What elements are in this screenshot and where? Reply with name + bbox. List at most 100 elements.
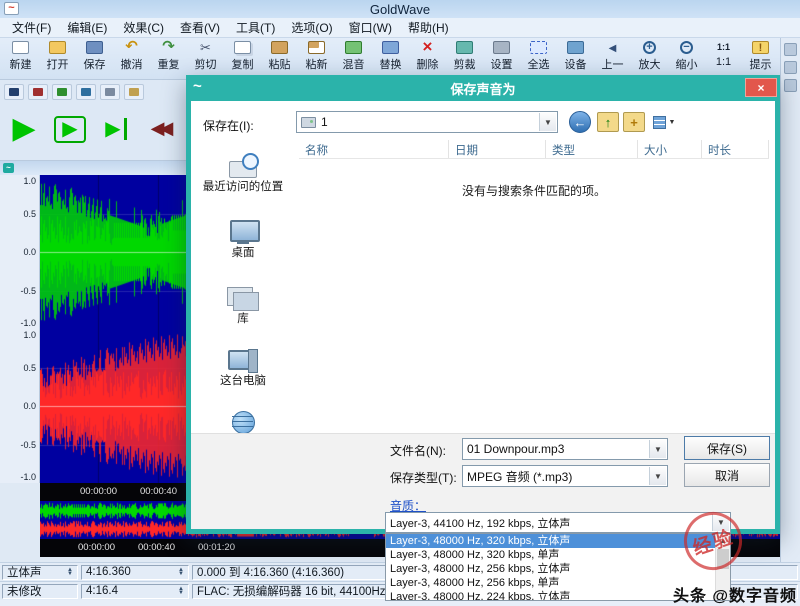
toolbar-select-all-button[interactable]: 全选 <box>520 41 557 72</box>
undo-icon <box>123 41 140 54</box>
filetype-combobox[interactable]: MPEG 音频 (*.mp3) <box>462 465 668 487</box>
column-header-0[interactable]: 名称 <box>299 140 449 158</box>
rewind-icon <box>151 119 174 139</box>
mix-icon <box>345 41 362 54</box>
toolbar-previous-view-button[interactable]: 上一 <box>594 41 631 72</box>
control-button-4[interactable] <box>76 84 96 100</box>
toolbar-undo-button[interactable]: 撤消 <box>113 41 150 72</box>
rewind-button[interactable] <box>140 104 184 154</box>
this-pc-icon <box>226 347 260 373</box>
menu-effects[interactable]: 效果(C) <box>115 19 172 36</box>
close-icon[interactable] <box>745 78 777 97</box>
ruler-label: -1.0 <box>20 472 36 482</box>
toolbar-redo-button[interactable]: 重复 <box>150 41 187 72</box>
quality-combobox[interactable]: Layer-3, 44100 Hz, 192 kbps, 立体声 <box>385 512 731 533</box>
spinner-icon[interactable] <box>178 568 184 576</box>
column-header-4[interactable]: 时长 <box>702 140 769 158</box>
column-header-1[interactable]: 日期 <box>449 140 546 158</box>
channel-mode-cell[interactable]: 立体声 <box>2 565 78 580</box>
toolbar-zoom-out-button[interactable]: 缩小 <box>668 41 705 72</box>
ruler-label: -0.5 <box>20 440 36 450</box>
chevron-down-icon[interactable] <box>539 113 556 131</box>
back-icon[interactable] <box>569 111 591 133</box>
play-from-marker-button[interactable] <box>94 104 138 154</box>
right-tool-1-icon[interactable] <box>784 43 797 56</box>
zoom-in-icon <box>643 41 656 54</box>
scroll-up-icon[interactable] <box>716 534 730 548</box>
toolbar-open-folder-button[interactable]: 打开 <box>39 41 76 72</box>
chevron-down-icon[interactable] <box>649 440 666 458</box>
filename-label: 文件名(N): <box>390 442 446 459</box>
right-tool-3-icon[interactable] <box>784 79 797 92</box>
chevron-down-icon[interactable] <box>712 514 729 531</box>
menu-file[interactable]: 文件(F) <box>4 19 59 36</box>
quality-option[interactable]: Layer-3, 48000 Hz, 320 kbps, 立体声 <box>386 534 715 548</box>
control-button-2[interactable] <box>28 84 48 100</box>
save-in-combobox[interactable]: 1 <box>296 111 558 133</box>
control-3-icon <box>57 88 67 96</box>
up-folder-icon[interactable] <box>597 112 619 132</box>
views-icon[interactable] <box>649 112 679 132</box>
spinner-icon[interactable] <box>67 568 73 576</box>
right-tool-2-icon[interactable] <box>784 61 797 74</box>
dialog-title: 保存声音为 <box>450 79 515 98</box>
toolbar-mix-button[interactable]: 混音 <box>335 41 372 72</box>
quality-option[interactable]: Layer-3, 48000 Hz, 256 kbps, 单声 <box>386 576 715 590</box>
length-cell[interactable]: 4:16.360 <box>81 565 189 580</box>
toolbar-tips-button[interactable]: 提示 <box>742 41 779 72</box>
play-button[interactable] <box>2 104 46 154</box>
scroll-thumb[interactable] <box>717 549 729 569</box>
place-libraries[interactable]: 库 <box>193 285 293 326</box>
quality-value: Layer-3, 44100 Hz, 192 kbps, 立体声 <box>390 515 570 531</box>
new-folder-icon[interactable] <box>623 112 645 132</box>
cancel-button[interactable]: 取消 <box>684 463 770 487</box>
toolbar-copy-button[interactable]: 复制 <box>224 41 261 72</box>
quality-option[interactable]: Layer-3, 48000 Hz, 256 kbps, 立体声 <box>386 562 715 576</box>
toolbar-cut-button[interactable]: 剪切 <box>187 41 224 72</box>
toolbar-zoom-in-button[interactable]: 放大 <box>631 41 668 72</box>
new-file-icon <box>12 41 29 54</box>
column-header-3[interactable]: 大小 <box>638 140 702 158</box>
toolbar-paste-new-button[interactable]: 粘新 <box>298 41 335 72</box>
control-button-3[interactable] <box>52 84 72 100</box>
control-button-6[interactable] <box>124 84 144 100</box>
column-header-2[interactable]: 类型 <box>546 140 638 158</box>
place-this-pc[interactable]: 这台电脑 <box>193 347 293 388</box>
toolbar-new-file-button[interactable]: 新建 <box>2 41 39 72</box>
filename-input[interactable]: 01 Downpour.mp3 <box>462 438 668 460</box>
menu-window[interactable]: 窗口(W) <box>341 19 400 36</box>
position-cell[interactable]: 4:16.4 <box>81 584 189 599</box>
menu-edit[interactable]: 编辑(E) <box>59 19 115 36</box>
play-selection-icon <box>54 116 85 143</box>
control-button-1[interactable] <box>4 84 24 100</box>
format-value: FLAC: 无损编解码器 16 bit, 44100Hz <box>197 584 386 599</box>
menu-help[interactable]: 帮助(H) <box>400 19 457 36</box>
open-folder-icon <box>49 41 66 54</box>
save-button[interactable]: 保存(S) <box>684 436 770 460</box>
menu-view[interactable]: 查看(V) <box>172 19 228 36</box>
control-5-icon <box>105 88 115 96</box>
toolbar-save-disk-button[interactable]: 保存 <box>76 41 113 72</box>
settings-icon <box>493 41 510 54</box>
chevron-down-icon[interactable] <box>649 467 666 485</box>
place-desktop[interactable]: 桌面 <box>193 219 293 260</box>
quality-option[interactable]: Layer-3, 48000 Hz, 320 kbps, 单声 <box>386 548 715 562</box>
toolbar-replace-button[interactable]: 替换 <box>372 41 409 72</box>
toolbar-paste-button[interactable]: 粘贴 <box>261 41 298 72</box>
filetype-value: MPEG 音频 (*.mp3) <box>467 468 572 485</box>
toolbar-device-button[interactable]: 设备 <box>557 41 594 72</box>
quality-option[interactable]: Layer-3, 48000 Hz, 224 kbps, 立体声 <box>386 590 715 601</box>
spinner-icon[interactable] <box>178 587 184 595</box>
menu-tools[interactable]: 工具(T) <box>228 19 283 36</box>
play-selection-button[interactable] <box>48 104 92 154</box>
menu-options[interactable]: 选项(O) <box>283 19 340 36</box>
toolbar-delete-button[interactable]: 删除 <box>409 41 446 72</box>
file-list[interactable]: 名称日期类型大小时长 没有与搜索条件匹配的项。 <box>299 140 769 431</box>
cut-icon <box>197 41 214 54</box>
toolbar-zoom-1-1-button[interactable]: 1:1 <box>705 41 742 68</box>
toolbar-settings-button[interactable]: 设置 <box>483 41 520 72</box>
dialog-titlebar[interactable]: 保存声音为 <box>186 75 780 101</box>
place-recent-places[interactable]: 最近访问的位置 <box>193 153 293 194</box>
toolbar-trim-button[interactable]: 剪裁 <box>446 41 483 72</box>
control-button-5[interactable] <box>100 84 120 100</box>
